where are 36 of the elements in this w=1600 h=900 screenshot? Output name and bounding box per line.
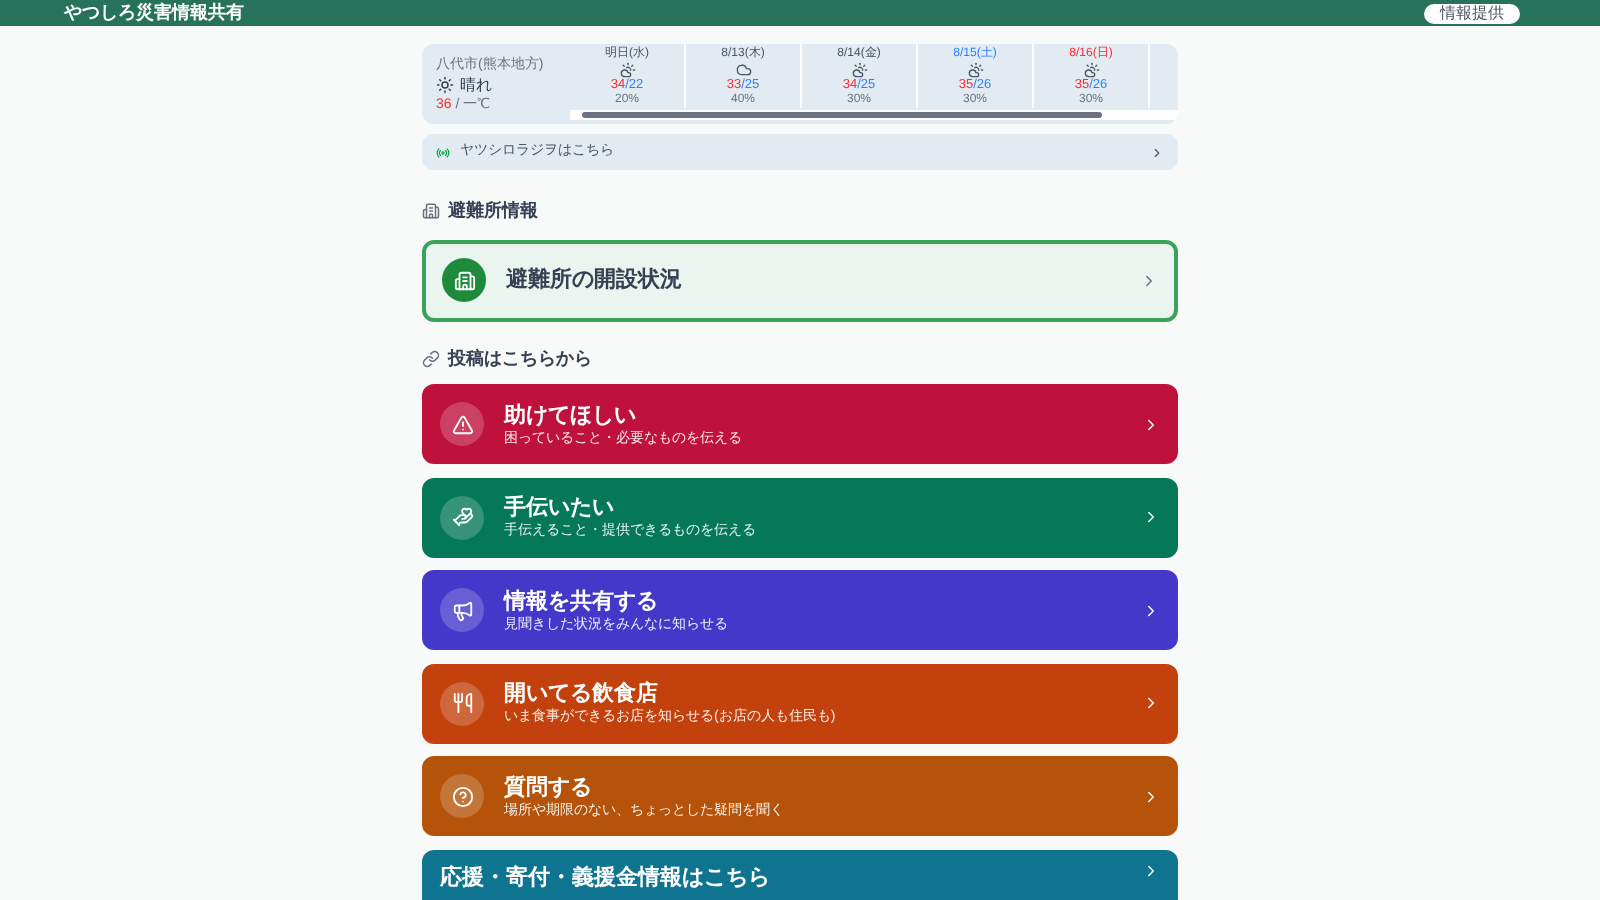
link-icon xyxy=(422,349,440,368)
scrollbar[interactable] xyxy=(570,110,1178,120)
card-title: 手伝いたい xyxy=(504,494,614,522)
chevron-icon xyxy=(1142,508,1160,526)
card-title: 質問する xyxy=(504,773,592,801)
chevron-icon xyxy=(1142,787,1160,805)
hand-icon xyxy=(440,495,484,539)
chevron-icon xyxy=(1140,271,1158,289)
sun-icon xyxy=(436,75,454,93)
sun-cloud-icon xyxy=(851,62,867,78)
weather-label: 晴れ xyxy=(460,73,492,95)
app-title: やつしろ災害情報共有 xyxy=(64,4,244,22)
building-icon xyxy=(422,202,440,221)
question-icon xyxy=(440,774,484,818)
warning-icon xyxy=(440,402,484,446)
building-icon xyxy=(442,258,486,302)
support-link[interactable]: 応援・寄付・義援金情報はこちら xyxy=(422,849,1178,900)
cloud-icon xyxy=(735,62,751,78)
card-title: 助けてほしい xyxy=(504,401,636,429)
sun-cloud-icon xyxy=(1083,62,1099,78)
chevron-icon xyxy=(1142,601,1160,619)
sun-cloud-icon xyxy=(619,62,635,78)
shelter-card[interactable]: 避難所の開設状況 xyxy=(422,239,1178,321)
chevron-icon xyxy=(1142,415,1160,433)
radio-icon xyxy=(436,145,450,159)
sun-cloud-icon xyxy=(967,62,983,78)
card-title: 開いてる飲食店 xyxy=(504,680,658,708)
chevron-icon xyxy=(1142,861,1160,879)
chevron-icon xyxy=(1150,145,1164,159)
utensils-icon xyxy=(440,681,484,725)
chevron-icon xyxy=(1142,694,1160,712)
card-title: 情報を共有する xyxy=(504,587,658,615)
megaphone-icon xyxy=(440,588,484,632)
section-heading: 避難所情報 xyxy=(448,198,538,224)
info-button[interactable]: 情報提供 xyxy=(1424,3,1520,23)
section-heading: 投稿はこちらから xyxy=(448,345,592,371)
